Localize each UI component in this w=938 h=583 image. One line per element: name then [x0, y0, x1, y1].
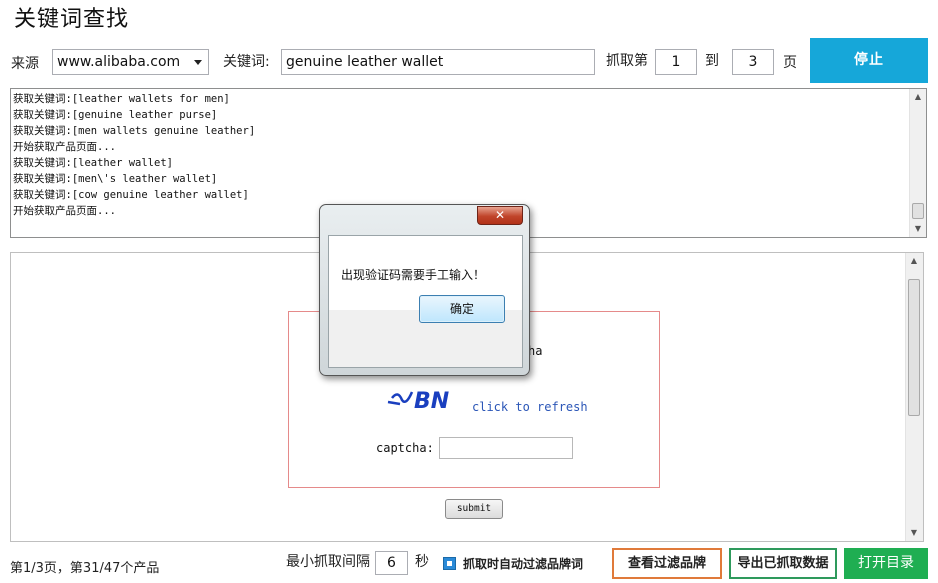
interval-label: 最小抓取间隔 [286, 554, 370, 570]
keyword-label: 关键词: [223, 54, 270, 70]
fetch-range-label: 抓取第 [606, 53, 648, 69]
captcha-refresh-link[interactable]: click to refresh [472, 400, 588, 414]
source-label: 来源 [11, 56, 39, 72]
auto-filter-label: 抓取时自动过滤品牌词 [463, 557, 584, 571]
scroll-up-icon[interactable]: ▲ [910, 89, 926, 105]
captcha-input[interactable] [439, 437, 573, 459]
log-line: 获取关键词:[leather wallet] [13, 157, 173, 169]
dialog-message: 出现验证码需要手工输入！ [341, 268, 486, 282]
captcha-input-label: captcha: [376, 441, 434, 455]
open-directory-button[interactable]: 打开目录 [844, 548, 928, 579]
scroll-down-icon[interactable]: ▼ [910, 221, 926, 237]
interval-unit: 秒 [415, 554, 429, 570]
alert-dialog: ✕ 出现验证码需要手工输入！ 确定 [319, 204, 530, 376]
auto-filter-checkbox[interactable] [443, 557, 456, 570]
scroll-thumb[interactable] [908, 279, 920, 416]
log-line: 获取关键词:[cow genuine leather wallet] [13, 189, 249, 201]
scroll-up-icon[interactable]: ▲ [906, 253, 922, 269]
page-unit-label: 页 [783, 55, 797, 71]
captcha-partial-text: ha [528, 344, 543, 358]
interval-input[interactable]: 6 [375, 551, 408, 575]
page-from-input[interactable]: 1 [655, 49, 697, 75]
ok-button[interactable]: 确定 [419, 295, 505, 323]
log-line: 获取关键词:[men wallets genuine leather] [13, 125, 256, 137]
log-line: 获取关键词:[men\'s leather wallet] [13, 173, 218, 185]
keyword-input[interactable]: genuine leather wallet [281, 49, 595, 75]
log-line: 获取关键词:[genuine leather purse] [13, 109, 218, 121]
page-to-input[interactable]: 3 [732, 49, 774, 75]
source-dropdown[interactable]: www.alibaba.com [52, 49, 209, 75]
log-lines: 获取关键词:[leather wallets for men] 获取关键词:[ge… [13, 91, 903, 219]
log-scrollbar[interactable]: ▲ ▼ [909, 89, 926, 237]
svg-text:BN: BN [414, 389, 449, 414]
view-filter-button[interactable]: 查看过滤品牌 [612, 548, 722, 579]
scroll-down-icon[interactable]: ▼ [906, 525, 922, 541]
progress-status: 第1/3页，第31/47个产品 [10, 561, 160, 576]
close-icon[interactable]: ✕ [477, 206, 523, 225]
source-value: www.alibaba.com [57, 54, 181, 70]
log-line: 获取关键词:[leather wallets for men] [13, 93, 230, 105]
export-button[interactable]: 导出已抓取数据 [729, 548, 837, 579]
browser-scrollbar[interactable]: ▲ ▼ [905, 253, 923, 541]
chevron-down-icon [194, 60, 202, 65]
captcha-image: BN [387, 389, 449, 414]
log-line: 开始获取产品页面... [13, 141, 116, 153]
window-title: 关键词查找 [14, 7, 130, 32]
stop-button[interactable]: 停止 [810, 38, 928, 83]
submit-button[interactable]: submit [445, 499, 503, 519]
to-label: 到 [705, 53, 719, 69]
scroll-thumb[interactable] [912, 203, 924, 219]
